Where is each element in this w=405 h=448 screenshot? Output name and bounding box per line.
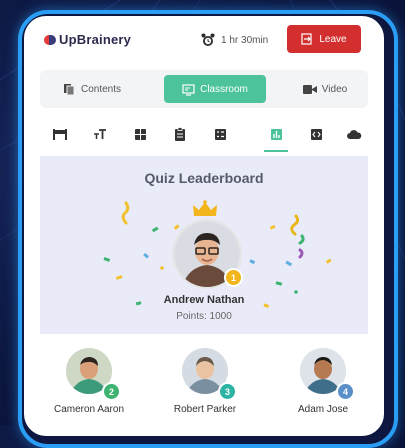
winner-points: Points: 1000 <box>176 311 232 322</box>
runner-up-card: 2 Cameron Aaron <box>34 348 144 415</box>
timer-text: 1 hr 30min <box>221 34 269 46</box>
checklist-tool[interactable] <box>212 126 228 142</box>
code-tool[interactable] <box>308 126 324 142</box>
tab-contents[interactable]: Contents <box>50 75 134 103</box>
clipboard-icon <box>175 127 185 141</box>
runner-rank-badge: 4 <box>336 382 355 401</box>
code-icon <box>310 128 322 140</box>
bar-chart-icon <box>270 128 282 140</box>
runner-up-card: 4 Adam Jose <box>268 348 378 415</box>
text-size-icon <box>94 129 106 139</box>
tab-classroom-label: Classroom <box>200 83 248 95</box>
runner-name: Robert Parker <box>173 404 237 415</box>
runner-rank-badge: 2 <box>102 382 121 401</box>
clipboard-tool[interactable] <box>172 126 188 142</box>
desk-icon <box>53 129 67 140</box>
logo-icon <box>44 34 56 46</box>
runner-name: Cameron Aaron <box>53 404 125 415</box>
leave-button[interactable]: Leave <box>287 25 361 53</box>
tab-video-label: Video <box>321 83 348 95</box>
tab-contents-label: Contents <box>80 83 122 95</box>
tab-bar: Contents Classroom Video <box>40 70 368 108</box>
grid-icon <box>134 128 146 140</box>
active-tool-indicator <box>264 150 288 152</box>
desk-tool[interactable] <box>52 126 68 142</box>
documents-icon <box>63 83 75 95</box>
toolbar <box>24 116 384 152</box>
classroom-icon <box>182 83 195 96</box>
logo-text: UpBrainery <box>59 32 132 47</box>
tab-video[interactable]: Video <box>290 75 360 103</box>
checklist-icon <box>214 128 226 140</box>
header: UpBrainery 1 hr 30min Leave <box>24 16 384 68</box>
alarm-clock-icon <box>201 33 215 46</box>
grid-tool[interactable] <box>132 126 148 142</box>
text-size-tool[interactable] <box>92 126 108 142</box>
winner-rank-badge: 1 <box>224 268 243 287</box>
quiz-leaderboard: Quiz Leaderboard 1 Andrew Nathan Points:… <box>40 156 368 334</box>
app-screen: UpBrainery 1 hr 30min Leave Contents Cla… <box>24 16 384 436</box>
logo: UpBrainery <box>44 32 131 47</box>
runner-name: Adam Jose <box>297 404 349 415</box>
tab-classroom[interactable]: Classroom <box>164 75 266 103</box>
crown-icon <box>193 200 217 216</box>
exit-icon <box>301 33 312 45</box>
cloud-icon <box>347 129 362 139</box>
session-timer: 1 hr 30min <box>201 33 268 47</box>
runner-up-card: 3 Robert Parker <box>150 348 260 415</box>
leaderboard-tool[interactable] <box>268 126 284 142</box>
video-camera-icon <box>302 84 317 94</box>
cloud-tool[interactable] <box>346 126 362 142</box>
runner-rank-badge: 3 <box>218 382 237 401</box>
leave-label: Leave <box>319 33 347 45</box>
winner-name: Andrew Nathan <box>163 294 245 306</box>
